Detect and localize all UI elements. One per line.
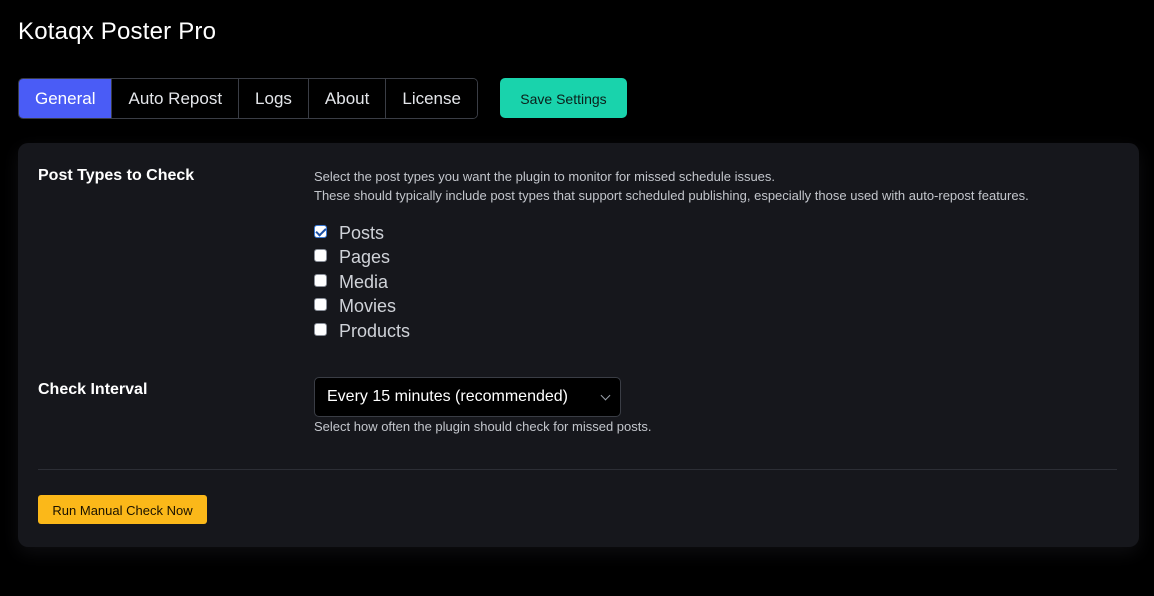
checkbox-label: Posts — [339, 222, 385, 243]
checkbox-posts[interactable] — [314, 224, 327, 238]
tab-bar: General Auto Repost Logs About License — [18, 78, 478, 119]
post-type-media[interactable]: Media — [314, 270, 410, 295]
checkbox-products[interactable] — [314, 322, 327, 336]
post-types-description: Select the post types you want the plugi… — [314, 167, 1029, 205]
post-types-description-line-2: These should typically include post type… — [314, 188, 1029, 203]
divider — [38, 469, 1117, 470]
checkbox-pages[interactable] — [314, 249, 327, 263]
check-interval-value: Every 15 minutes (recommended) — [327, 388, 568, 405]
check-interval-description: Select how often the plugin should check… — [314, 419, 652, 434]
post-type-movies[interactable]: Movies — [314, 295, 410, 320]
page-title: Kotaqx Poster Pro — [18, 18, 217, 45]
settings-panel: Post Types to Check Select the post type… — [18, 143, 1139, 547]
run-manual-check-button[interactable]: Run Manual Check Now — [38, 495, 207, 524]
post-types-description-line-1: Select the post types you want the plugi… — [314, 169, 776, 184]
tab-auto-repost[interactable]: Auto Repost — [111, 79, 239, 118]
check-interval-select[interactable]: Every 15 minutes (recommended) — [314, 377, 621, 417]
checkbox-label: Products — [339, 320, 411, 341]
checkbox-movies[interactable] — [314, 298, 327, 312]
chevron-down-icon — [600, 390, 611, 401]
check-interval-label: Check Interval — [38, 381, 148, 398]
settings-page: Kotaqx Poster Pro General Auto Repost Lo… — [0, 0, 1154, 596]
save-settings-button[interactable]: Save Settings — [500, 78, 627, 118]
post-types-label: Post Types to Check — [38, 167, 195, 184]
checkbox-label: Pages — [339, 247, 391, 268]
checkbox-media[interactable] — [314, 273, 327, 287]
tab-logs[interactable]: Logs — [238, 79, 308, 118]
tab-general[interactable]: General — [19, 79, 112, 118]
post-types-checklist: Posts Pages Media Movies Products — [314, 221, 410, 344]
post-type-pages[interactable]: Pages — [314, 246, 410, 271]
post-type-posts[interactable]: Posts — [314, 221, 410, 246]
tab-license[interactable]: License — [385, 79, 477, 118]
checkbox-label: Media — [339, 271, 389, 292]
tab-about[interactable]: About — [307, 79, 386, 118]
checkbox-label: Movies — [339, 296, 397, 317]
post-type-products[interactable]: Products — [314, 319, 410, 344]
